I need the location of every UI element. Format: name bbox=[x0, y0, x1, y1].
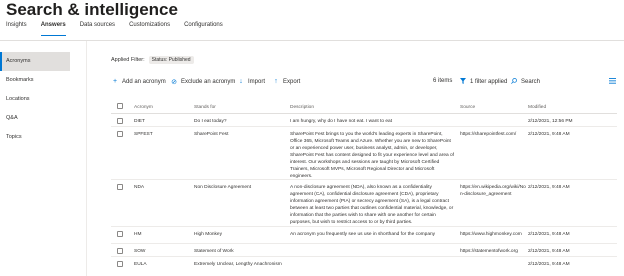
search-box[interactable]: Search bbox=[510, 78, 540, 86]
sidebar-item-locations[interactable]: Locations bbox=[0, 90, 70, 109]
search-icon bbox=[510, 78, 518, 86]
cell-acronym: EULA bbox=[134, 262, 147, 267]
cell-source: https://sharepointfest.com/ bbox=[460, 132, 517, 137]
column-header-source[interactable]: Source bbox=[460, 104, 526, 111]
table-row[interactable]: SOW Statement of Work https://statemento… bbox=[111, 244, 617, 257]
table-row[interactable]: EULA Extremely Unclear, Lengthy Anachron… bbox=[111, 257, 617, 270]
add-acronym-label: Add an acronym bbox=[122, 78, 166, 85]
export-button[interactable]: ↑ Export bbox=[272, 78, 300, 85]
sidebar-item-qa[interactable]: Q&A bbox=[0, 109, 70, 128]
sidebar: Acronyms Bookmarks Locations Q&A Topics bbox=[0, 52, 70, 147]
cell-stands-for: High Monkey bbox=[194, 232, 222, 237]
table-row[interactable]: DIET Do I eat today? I am hungry, why do… bbox=[111, 114, 617, 127]
item-count: 6 items bbox=[433, 78, 453, 84]
exclude-acronym-label: Exclude an acronym bbox=[181, 79, 236, 85]
cell-source: https://statementofwork.org bbox=[460, 249, 518, 254]
page-title: Search & intelligence bbox=[6, 0, 178, 19]
cell-stands-for: Statement of Work bbox=[194, 249, 234, 254]
column-header-stands-for[interactable]: Stands for bbox=[194, 104, 290, 111]
cell-modified: 2/12/2021, 9:48 AM bbox=[528, 232, 570, 237]
cell-modified: 2/12/2021, 12:56 PM bbox=[528, 119, 573, 124]
filter-button[interactable]: 1 filter applied bbox=[459, 78, 507, 86]
sidebar-item-topics[interactable]: Topics bbox=[0, 128, 70, 147]
add-acronym-button[interactable]: + Add an acronym bbox=[111, 78, 166, 85]
sidebar-item-bookmarks[interactable]: Bookmarks bbox=[0, 71, 70, 90]
tab-insights[interactable]: Insights bbox=[6, 22, 27, 36]
select-all-checkbox[interactable] bbox=[117, 103, 123, 109]
cell-acronym: NDA bbox=[134, 185, 145, 190]
row-checkbox[interactable] bbox=[117, 261, 123, 267]
table-row[interactable]: HM High Monkey An acronym you frequently… bbox=[111, 227, 617, 244]
exclude-acronym-button[interactable]: ⊘ Exclude an acronym bbox=[170, 78, 235, 86]
status-filter-chip[interactable]: Status: Published bbox=[148, 56, 194, 64]
sidebar-divider bbox=[86, 41, 87, 276]
export-label: Export bbox=[283, 78, 301, 85]
funnel-icon bbox=[459, 78, 467, 86]
row-checkbox[interactable] bbox=[117, 231, 123, 237]
cell-acronym: HM bbox=[134, 232, 142, 237]
filter-applied-label: 1 filter applied bbox=[470, 79, 508, 85]
cell-description: A non-disclosure agreement (NDA), also k… bbox=[290, 185, 454, 225]
plus-icon: + bbox=[112, 78, 118, 85]
cell-source: https://en.wikipedia.org/wiki/Non-disclo… bbox=[460, 185, 526, 197]
import-label: Import bbox=[248, 78, 266, 85]
import-arrow-icon: ↓ bbox=[239, 78, 243, 85]
cell-source: https://www.highmonkey.com bbox=[460, 232, 522, 237]
list-view-icon bbox=[608, 78, 616, 86]
view-options-button[interactable] bbox=[608, 78, 616, 86]
cell-modified: 2/12/2021, 9:48 AM bbox=[528, 249, 570, 254]
cell-description: An acronym you frequently see us use in … bbox=[290, 232, 436, 237]
tab-data-sources[interactable]: Data sources bbox=[80, 22, 115, 36]
row-checkbox[interactable] bbox=[117, 118, 123, 124]
command-bar: + Add an acronym ⊘ Exclude an acronym ↓ … bbox=[111, 78, 617, 90]
cell-modified: 2/12/2021, 9:48 AM bbox=[528, 262, 570, 267]
acronyms-table: Acronym Stands for Description Source Mo… bbox=[111, 99, 617, 270]
tab-customizations[interactable]: Customizations bbox=[129, 22, 170, 36]
column-header-modified[interactable]: Modified bbox=[528, 104, 608, 111]
table-row[interactable]: NDA Non Disclosure Agreement A non-discl… bbox=[111, 180, 617, 227]
export-arrow-icon: ↑ bbox=[274, 78, 278, 85]
tab-answers[interactable]: Answers bbox=[40, 22, 66, 36]
row-checkbox[interactable] bbox=[117, 131, 123, 137]
table-header-row: Acronym Stands for Description Source Mo… bbox=[111, 99, 617, 114]
search-placeholder: Search bbox=[521, 79, 541, 85]
column-header-acronym[interactable]: Acronym bbox=[134, 104, 190, 111]
cell-acronym: SPFEST bbox=[134, 132, 153, 137]
cell-stands-for: Extremely Unclear, Lengthy Anachronism bbox=[194, 262, 282, 267]
row-checkbox[interactable] bbox=[117, 184, 123, 190]
cell-description: I am hungry, why do I have not eat. I wa… bbox=[290, 119, 393, 124]
cell-acronym: SOW bbox=[134, 249, 146, 254]
tabs-divider bbox=[0, 40, 624, 41]
cell-stands-for: SharePoint Fest bbox=[194, 132, 229, 137]
tab-configurations[interactable]: Configurations bbox=[184, 22, 223, 36]
block-icon: ⊘ bbox=[171, 79, 177, 86]
applied-filter-label: Applied Filter: bbox=[111, 57, 145, 63]
cell-stands-for: Do I eat today? bbox=[194, 119, 227, 124]
tab-bar: Insights Answers Data sources Customizat… bbox=[6, 22, 237, 36]
sidebar-item-acronyms[interactable]: Acronyms bbox=[0, 52, 70, 71]
cell-acronym: DIET bbox=[134, 119, 145, 124]
cell-description: SharePoint Fest brings to you the world'… bbox=[290, 132, 454, 179]
import-button[interactable]: ↓ Import bbox=[237, 78, 265, 85]
table-row[interactable]: SPFEST SharePoint Fest SharePoint Fest b… bbox=[111, 127, 617, 180]
cell-stands-for: Non Disclosure Agreement bbox=[194, 185, 252, 190]
row-checkbox[interactable] bbox=[117, 248, 123, 254]
cell-modified: 2/12/2021, 9:48 AM bbox=[528, 185, 570, 190]
applied-filter-row: Applied Filter: Status: Published bbox=[111, 56, 194, 64]
cell-modified: 2/12/2021, 9:48 AM bbox=[528, 132, 570, 137]
column-header-description[interactable]: Description bbox=[290, 104, 456, 111]
